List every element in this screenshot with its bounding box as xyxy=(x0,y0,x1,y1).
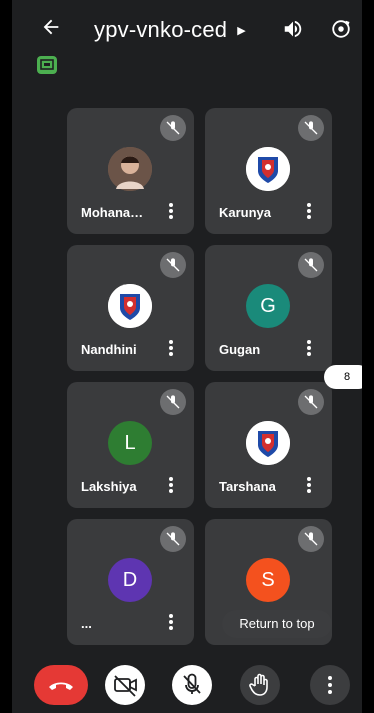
more-options-icon[interactable] xyxy=(306,339,312,359)
return-to-top-button[interactable]: Return to top xyxy=(222,610,332,638)
top-bar: ypv-vnko-ced ▶ xyxy=(12,0,362,62)
mic-off-icon xyxy=(298,526,324,552)
mic-off-icon xyxy=(160,526,186,552)
camera-toggle-button[interactable] xyxy=(105,665,145,705)
more-vertical-icon xyxy=(328,676,332,694)
participant-name: Gugan xyxy=(219,342,261,357)
cast-icon[interactable] xyxy=(37,56,57,74)
call-controls xyxy=(12,660,362,713)
participant-name: Karunya xyxy=(219,205,272,220)
more-options-icon[interactable] xyxy=(306,202,312,222)
avatar-logo xyxy=(108,284,152,328)
page-indicator: 8 xyxy=(324,365,362,389)
mic-toggle-button[interactable] xyxy=(172,665,212,705)
mic-off-icon xyxy=(298,252,324,278)
participant-tile-d[interactable]: D ... xyxy=(67,519,194,645)
participant-tile-tarshana[interactable]: Tarshana xyxy=(205,382,332,508)
more-options-icon[interactable] xyxy=(168,476,174,496)
avatar-letter: G xyxy=(246,284,290,328)
raise-hand-button[interactable] xyxy=(240,665,280,705)
arrow-left-icon[interactable] xyxy=(40,14,70,44)
hand-icon xyxy=(249,673,268,696)
participant-name: ... xyxy=(81,616,92,631)
avatar-letter: S xyxy=(246,558,290,602)
more-options-icon[interactable] xyxy=(168,339,174,359)
avatar-logo xyxy=(246,421,290,465)
flip-camera-icon[interactable] xyxy=(330,18,354,42)
caret-right-icon: ▶ xyxy=(237,24,246,37)
participant-tile-nandhini[interactable]: Nandhini xyxy=(67,245,194,371)
participant-name: Nandhini xyxy=(81,342,137,357)
participant-tile-karunya[interactable]: Karunya xyxy=(205,108,332,234)
speaker-icon[interactable] xyxy=(282,18,308,44)
avatar-photo xyxy=(108,147,152,191)
mic-off-icon xyxy=(160,115,186,141)
participant-tile-gugan[interactable]: G Gugan xyxy=(205,245,332,371)
avatar-letter: D xyxy=(108,558,152,602)
meet-screen: ypv-vnko-ced ▶ Mohana… Karunya Nandhini … xyxy=(12,0,362,713)
more-options-icon[interactable] xyxy=(306,476,312,496)
phone-hangup-icon xyxy=(49,682,73,690)
meeting-title-button[interactable]: ypv-vnko-ced ▶ xyxy=(94,14,246,46)
participant-name: Mohana… xyxy=(81,205,144,220)
mic-off-icon xyxy=(298,115,324,141)
mic-off-icon xyxy=(298,389,324,415)
more-options-icon[interactable] xyxy=(168,202,174,222)
avatar-letter: L xyxy=(108,421,152,465)
more-options-icon[interactable] xyxy=(168,613,174,633)
participant-name: Lakshiya xyxy=(81,479,137,494)
participant-tile-lakshiya[interactable]: L Lakshiya xyxy=(67,382,194,508)
end-call-button[interactable] xyxy=(34,665,88,705)
more-button[interactable] xyxy=(310,665,350,705)
mic-off-icon xyxy=(160,252,186,278)
mic-off-icon xyxy=(160,389,186,415)
meeting-code: ypv-vnko-ced xyxy=(94,17,228,42)
mic-off-icon xyxy=(183,673,201,694)
participant-tile-mohana[interactable]: Mohana… xyxy=(67,108,194,234)
video-off-icon xyxy=(114,675,137,697)
participant-name: Tarshana xyxy=(219,479,276,494)
avatar-logo xyxy=(246,147,290,191)
